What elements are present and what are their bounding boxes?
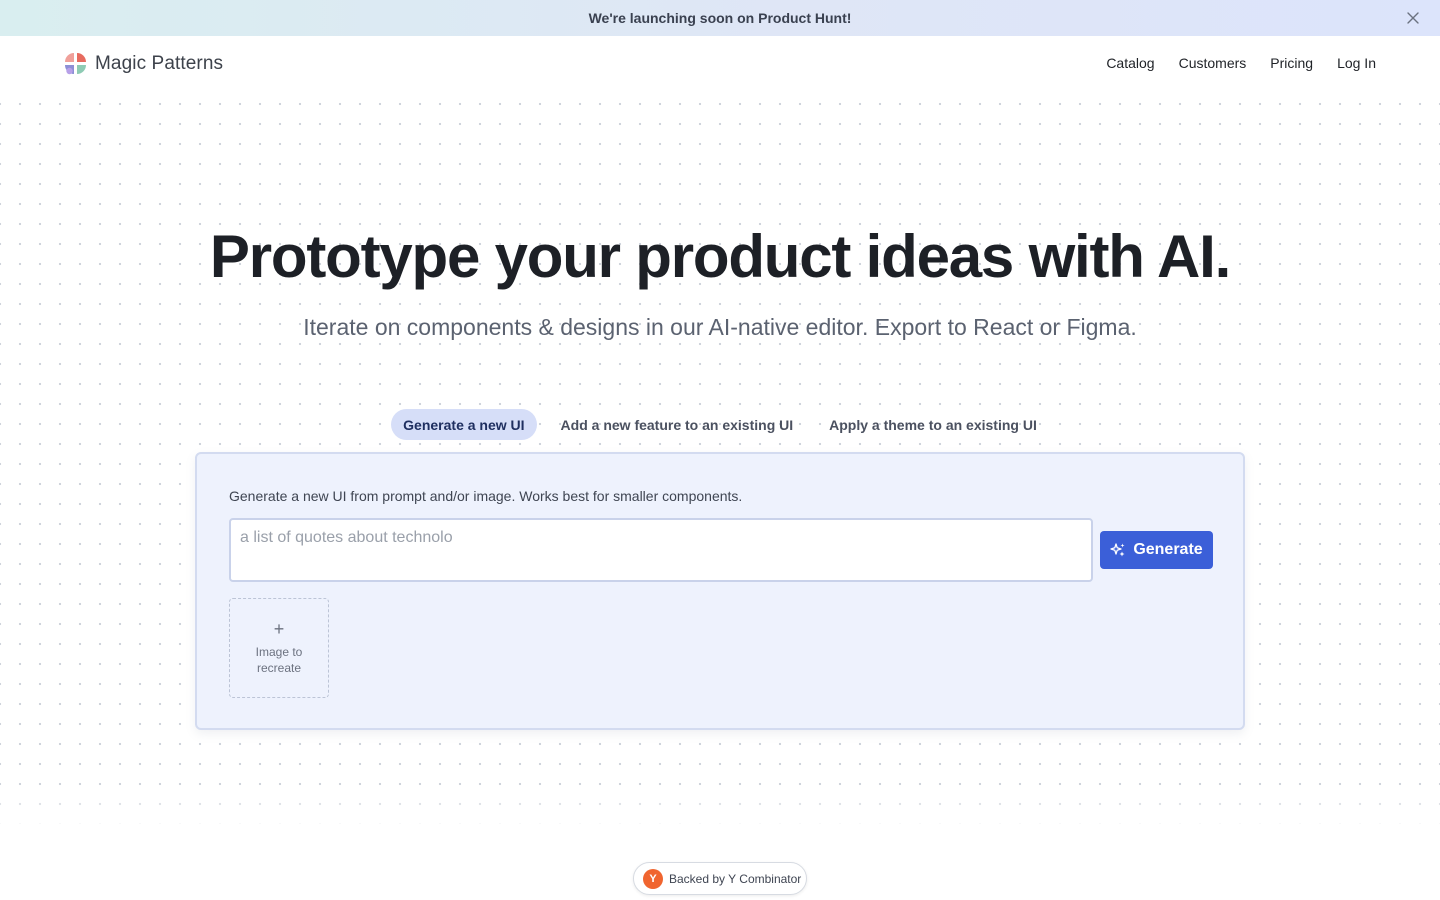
- background-fade: [0, 790, 1440, 830]
- brand-name: Magic Patterns: [95, 52, 224, 74]
- yc-badge[interactable]: Y Backed by Y Combinator: [633, 862, 807, 895]
- sparkles-icon: [1110, 543, 1125, 557]
- tab-apply-theme[interactable]: Apply a theme to an existing UI: [817, 409, 1049, 440]
- generate-label: Generate: [1133, 541, 1203, 558]
- brand[interactable]: Magic Patterns: [63, 51, 223, 76]
- image-upload-dropzone[interactable]: + Image to recreate: [229, 598, 329, 698]
- generate-button[interactable]: Generate: [1100, 531, 1213, 569]
- mode-tabs: Generate a new UI Add a new feature to a…: [0, 409, 1440, 440]
- nav-link-customers[interactable]: Customers: [1179, 55, 1247, 71]
- hero-subtitle: Iterate on components & designs in our A…: [303, 314, 1137, 340]
- nav-link-login[interactable]: Log In: [1337, 55, 1376, 71]
- generator-description: Generate a new UI from prompt and/or ima…: [229, 488, 743, 504]
- yc-badge-text: Backed by Y Combinator: [669, 871, 802, 886]
- nav-links: Catalog Customers Pricing Log In: [1082, 55, 1376, 71]
- tab-add-feature[interactable]: Add a new feature to an existing UI: [549, 409, 806, 440]
- prompt-input[interactable]: [229, 518, 1093, 582]
- announcement-text: We're launching soon on Product Hunt!: [588, 10, 852, 26]
- y-combinator-logo: Y: [643, 868, 663, 889]
- hero-title: Prototype your product ideas with AI.: [209, 223, 1231, 290]
- nav-link-pricing[interactable]: Pricing: [1270, 55, 1313, 71]
- upload-label: Image to recreate: [255, 645, 303, 675]
- generator-card: Generate a new UI from prompt and/or ima…: [195, 452, 1245, 730]
- plus-icon: +: [273, 619, 285, 639]
- magic-patterns-logo-icon: [65, 53, 86, 75]
- nav-link-catalog[interactable]: Catalog: [1106, 55, 1154, 71]
- announcement-bar: We're launching soon on Product Hunt!: [0, 0, 1440, 36]
- close-icon[interactable]: [1404, 9, 1422, 27]
- tab-generate-new-ui[interactable]: Generate a new UI: [391, 409, 537, 440]
- top-nav: Magic Patterns Catalog Customers Pricing…: [0, 36, 1440, 92]
